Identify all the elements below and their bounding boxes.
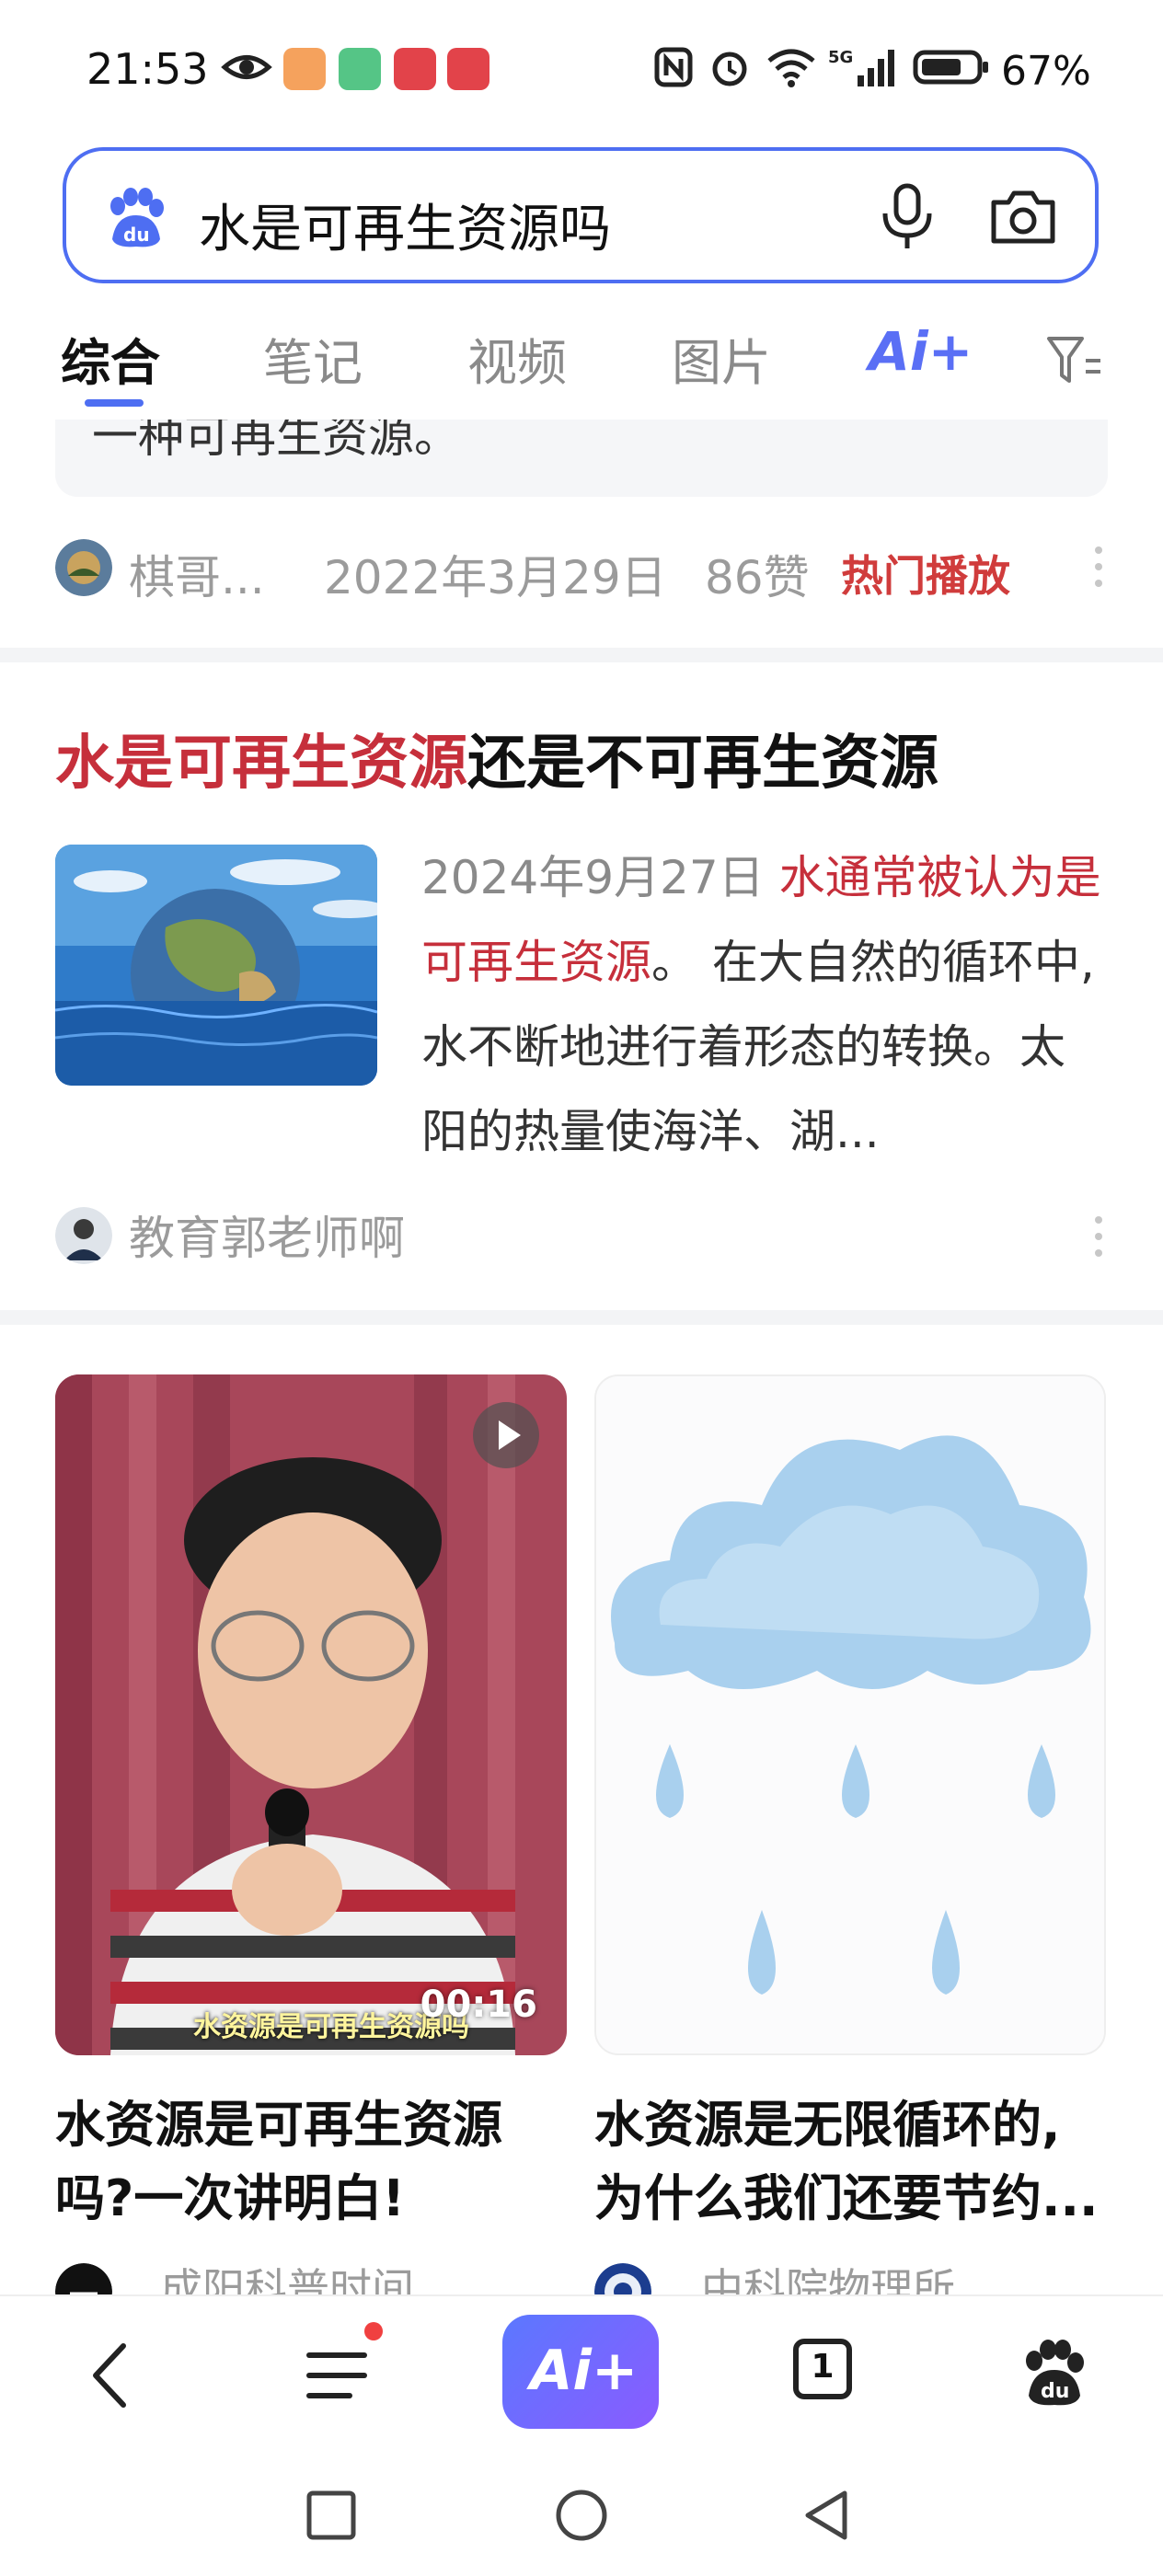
baidu-paw-icon[interactable]: du xyxy=(1019,2339,1089,2409)
result2-snippet[interactable]: 2024年9月27日 水通常被认为是可再生资源。 在大自然的循环中,水不断地进行… xyxy=(421,835,1102,1174)
result1-snippet[interactable]: 一种可再生资源。 xyxy=(55,420,1108,497)
eye-icon xyxy=(221,55,272,79)
result1-tag: 热门播放 xyxy=(841,551,1010,601)
ai-button-label: Ai+ xyxy=(530,2339,639,2403)
camera-icon[interactable] xyxy=(988,182,1058,252)
tab-notes[interactable]: 笔记 xyxy=(263,322,363,395)
battery-percent: 67% xyxy=(1001,48,1091,95)
app-icon-618-b xyxy=(447,48,489,90)
result2-thumbnail[interactable] xyxy=(55,845,377,1086)
card-1-title[interactable]: 水资源是可再生资源吗?一次讲明白! xyxy=(55,2088,567,2236)
play-icon[interactable] xyxy=(473,1402,539,1468)
tabs-count-label: 1 xyxy=(811,2348,835,2386)
menu-notification-dot xyxy=(364,2322,383,2340)
tabs-count-button[interactable]: 1 xyxy=(793,2339,852,2399)
back-icon[interactable] xyxy=(83,2339,138,2412)
alarm-icon xyxy=(712,52,747,86)
search-bar[interactable]: du 水是可再生资源吗 xyxy=(63,147,1099,283)
circle-icon[interactable] xyxy=(552,2488,611,2547)
search-input[interactable]: 水是可再生资源吗 xyxy=(199,188,611,262)
result2-date: 2024年9月27日 xyxy=(421,851,765,904)
network-label: 5G xyxy=(828,48,853,67)
result2-more-icon[interactable] xyxy=(1095,1216,1104,1266)
status-bar: 21:53 5G 67% xyxy=(0,0,1163,138)
tab-images[interactable]: 图片 xyxy=(672,322,771,395)
bottom-nav: Ai+ 1 du xyxy=(0,2294,1163,2451)
tab-videos[interactable]: 视频 xyxy=(467,322,567,395)
tab-all[interactable]: 综合 xyxy=(61,322,160,395)
app-icon-618-a xyxy=(394,48,436,90)
result1-snippet-text: 一种可再生资源。 xyxy=(92,420,460,463)
result2-title-rest: 还是不可再生资源 xyxy=(467,730,938,798)
menu-icon[interactable] xyxy=(304,2339,374,2412)
status-time: 21:53 xyxy=(86,44,209,94)
divider xyxy=(0,648,1163,662)
result1-meta: 棋哥... 2022年3月29日 86赞 热门播放 xyxy=(55,539,1108,604)
wifi-icon xyxy=(767,49,815,87)
result1-author[interactable]: 棋哥... xyxy=(129,541,265,607)
card-2-title[interactable]: 水资源是无限循环的,为什么我们还要节约... xyxy=(594,2088,1106,2236)
battery-icon xyxy=(913,50,988,85)
app-icon-orange xyxy=(283,48,326,90)
card-1-duration: 00:16 xyxy=(420,1984,537,2026)
result2-author[interactable]: 教育郭老师啊 xyxy=(129,1202,405,1268)
result2-avatar[interactable] xyxy=(55,1207,112,1264)
result1-more-icon[interactable] xyxy=(1095,546,1104,596)
result1-likes: 86赞 xyxy=(705,551,810,604)
nfc-icon xyxy=(654,47,693,87)
result1-date: 2022年3月29日 xyxy=(324,551,667,604)
divider xyxy=(0,1310,1163,1325)
result2-title[interactable]: 水是可再生资源还是不可再生资源 xyxy=(55,716,938,800)
svg-text:du: du xyxy=(123,224,150,246)
tab-ai[interactable]: Ai+ xyxy=(869,320,973,383)
search-tabs: 综合 笔记 视频 图片 Ai+ xyxy=(0,313,1163,414)
paw-logo-icon: du xyxy=(110,188,164,247)
system-nav-bar xyxy=(0,2451,1163,2576)
result1-avatar[interactable] xyxy=(55,539,112,596)
card-2-thumbnail[interactable] xyxy=(594,1374,1106,2055)
tab-active-indicator xyxy=(85,399,144,407)
app-icon-green xyxy=(339,48,381,90)
square-icon[interactable] xyxy=(304,2488,359,2543)
card-1-thumbnail[interactable]: 水资源是可再生资源吗 00:16 xyxy=(55,1374,567,2055)
triangle-back-icon[interactable] xyxy=(799,2488,858,2547)
ai-button[interactable]: Ai+ xyxy=(502,2315,659,2429)
svg-text:du: du xyxy=(1041,2380,1069,2403)
signal-icon: 5G xyxy=(828,48,894,86)
result2-title-highlight: 水是可再生资源 xyxy=(55,730,467,798)
filter-icon[interactable] xyxy=(1045,333,1104,388)
mic-icon[interactable] xyxy=(876,182,938,252)
